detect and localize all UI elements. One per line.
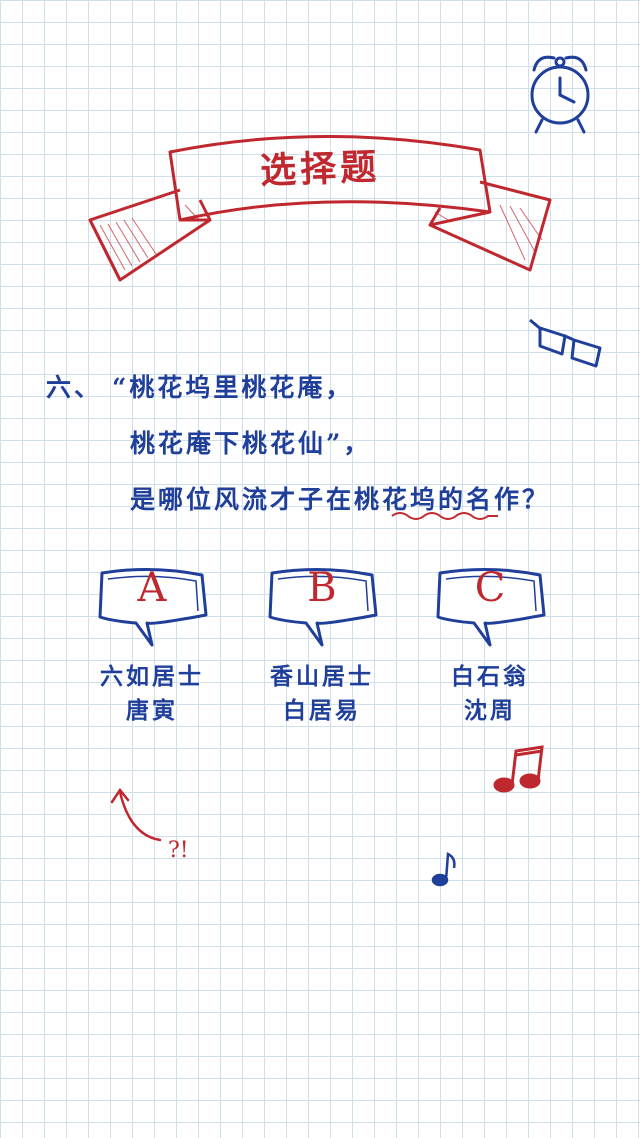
option-letter: C — [474, 565, 506, 611]
option-letter: A — [137, 565, 167, 611]
question-line-1: “桃花坞里桃花庵， — [112, 373, 354, 402]
option-line-2: 唐寅 — [126, 697, 178, 724]
option-text: 白石翁 沈周 — [420, 660, 560, 728]
glasses-icon — [529, 318, 602, 368]
wavy-underline — [391, 512, 498, 520]
option-line-2: 白居易 — [283, 697, 361, 724]
option-b[interactable]: B 香山居士 白居易 — [262, 565, 382, 735]
page-title: 选择题 — [259, 145, 381, 193]
option-a[interactable]: A 六如居士 唐寅 — [92, 565, 212, 735]
question-number: 六、 — [46, 373, 103, 402]
option-line-2: 沈周 — [464, 697, 516, 724]
option-line-1: 白石翁 — [451, 663, 529, 690]
option-text: 香山居士 白居易 — [252, 660, 392, 728]
question-line-2: 桃花庵下桃花仙”， — [130, 429, 372, 458]
option-line-1: 六如居士 — [100, 663, 204, 690]
option-text: 六如居士 唐寅 — [82, 660, 222, 728]
exclamation-mark: ?! — [168, 838, 189, 863]
option-letter: B — [307, 565, 337, 611]
music-note-icon — [493, 745, 544, 793]
option-c[interactable]: C 白石翁 沈周 — [430, 565, 550, 735]
music-note-icon — [431, 852, 456, 887]
question-line-3-prefix: 是哪位风流才子在 — [130, 485, 355, 514]
option-line-1: 香山居士 — [270, 663, 374, 690]
